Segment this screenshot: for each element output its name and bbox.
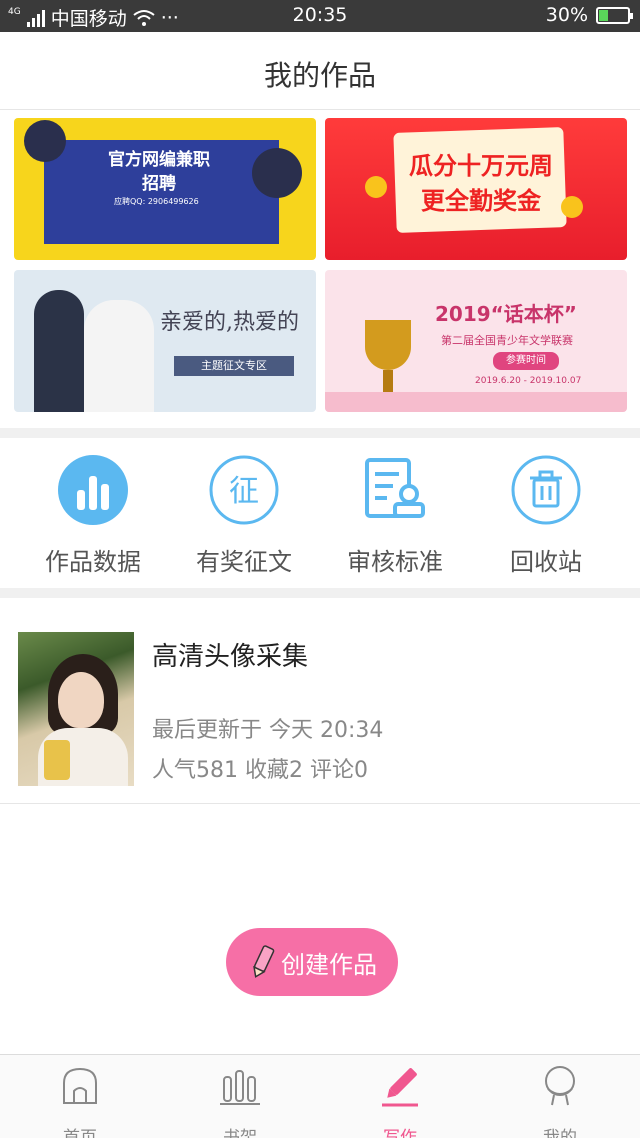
create-work-button[interactable]: 创建作品 xyxy=(226,928,398,996)
home-icon xyxy=(63,1067,97,1104)
banner-wave xyxy=(325,392,627,412)
page-title: 我的作品 xyxy=(263,59,376,92)
banner-contest-button: 参赛时间 xyxy=(493,352,559,370)
banner-recruit[interactable]: 官方网编兼职招聘 应聘QQ: 2906499626 xyxy=(14,118,316,260)
banner-bonus[interactable]: 瓜分十万元周更全勤奖金 xyxy=(325,118,627,260)
tab-label: 写作 xyxy=(383,1128,417,1138)
illustration-person xyxy=(252,148,302,198)
banner-essay-title: 亲爱的,热爱的 xyxy=(160,310,299,335)
work-title: 高清头像采集 xyxy=(152,642,309,672)
feature-label: 审核标准 xyxy=(347,548,443,576)
tab-label: 首页 xyxy=(63,1128,97,1138)
bookshelf-icon xyxy=(220,1070,260,1105)
work-updated-time: 最后更新于 今天 20:34 xyxy=(152,718,384,743)
banner-essay[interactable]: 亲爱的,热爱的 主题征文专区 xyxy=(14,270,316,412)
work-cover-image xyxy=(18,632,134,786)
chart-icon xyxy=(58,455,128,525)
trophy-stem xyxy=(383,370,393,392)
status-right: 30% xyxy=(545,4,633,26)
illustration-person xyxy=(84,300,154,412)
section-divider xyxy=(0,588,640,598)
tab-bookshelf[interactable]: 书架 xyxy=(160,1063,320,1138)
create-work-label: 创建作品 xyxy=(281,950,377,979)
review-icon xyxy=(365,458,425,518)
banner-recruit-qq: 应聘QQ: 2906499626 xyxy=(114,197,199,206)
feature-label: 作品数据 xyxy=(45,548,141,576)
svg-text:征: 征 xyxy=(229,474,259,509)
feature-work-data[interactable]: 作品数据 xyxy=(18,454,168,577)
trophy-icon xyxy=(365,320,411,370)
banner-contest[interactable]: 2019“话本杯” 第二届全国青少年文学联赛 参赛时间 2019.6.20 - … xyxy=(325,270,627,412)
tab-profile[interactable]: 我的 xyxy=(480,1063,640,1138)
banner-grid: 官方网编兼职招聘 应聘QQ: 2906499626 瓜分十万元周更全勤奖金 亲爱… xyxy=(14,118,627,414)
coin-icon xyxy=(561,196,583,218)
tab-write[interactable]: 写作 xyxy=(320,1063,480,1138)
banner-recruit-title: 官方网编兼职招聘 xyxy=(108,150,210,194)
work-stats: 人气581 收藏2 评论0 xyxy=(152,758,368,783)
contest-icon: 征 xyxy=(209,455,279,525)
feature-label: 回收站 xyxy=(510,548,582,576)
feature-label: 有奖征文 xyxy=(196,548,292,576)
banner-contest-title: 2019“话本杯” xyxy=(435,302,577,326)
feature-grid: 作品数据 征 有奖征文 审核标准 回收站 xyxy=(0,440,640,588)
banner-contest-dates: 2019.6.20 - 2019.10.07 xyxy=(475,376,582,386)
illustration-person xyxy=(24,120,66,162)
page-header: 我的作品 xyxy=(0,32,640,110)
status-time: 20:35 xyxy=(292,4,348,26)
battery-percent: 30% xyxy=(545,4,588,26)
tab-label: 我的 xyxy=(543,1128,577,1138)
banner-bonus-title: 瓜分十万元周更全勤奖金 xyxy=(409,152,553,215)
trash-icon xyxy=(511,455,581,525)
banner-contest-subtitle: 第二届全国青少年文学联赛 xyxy=(441,334,573,347)
coin-icon xyxy=(365,176,387,198)
profile-icon xyxy=(545,1066,575,1106)
work-list-item[interactable]: 高清头像采集 最后更新于 今天 20:34 人气581 收藏2 评论0 xyxy=(0,598,640,804)
tab-home[interactable]: 首页 xyxy=(0,1063,160,1138)
illustration-person xyxy=(34,290,84,412)
banner-essay-tag: 主题征文专区 xyxy=(174,356,294,376)
pencil-icon xyxy=(253,945,275,978)
feature-review-standards[interactable]: 审核标准 xyxy=(320,454,470,577)
feature-recycle-bin[interactable]: 回收站 xyxy=(471,454,621,577)
bottom-tab-bar: 首页 书架 写作 我的 xyxy=(0,1054,640,1138)
pencil-icon xyxy=(382,1068,418,1107)
status-bar: 4G 中国移动 ··· 20:35 30% xyxy=(0,0,640,32)
battery-icon xyxy=(596,6,633,24)
section-divider xyxy=(0,428,640,438)
feature-contest[interactable]: 征 有奖征文 xyxy=(169,454,319,577)
tab-label: 书架 xyxy=(223,1128,257,1138)
